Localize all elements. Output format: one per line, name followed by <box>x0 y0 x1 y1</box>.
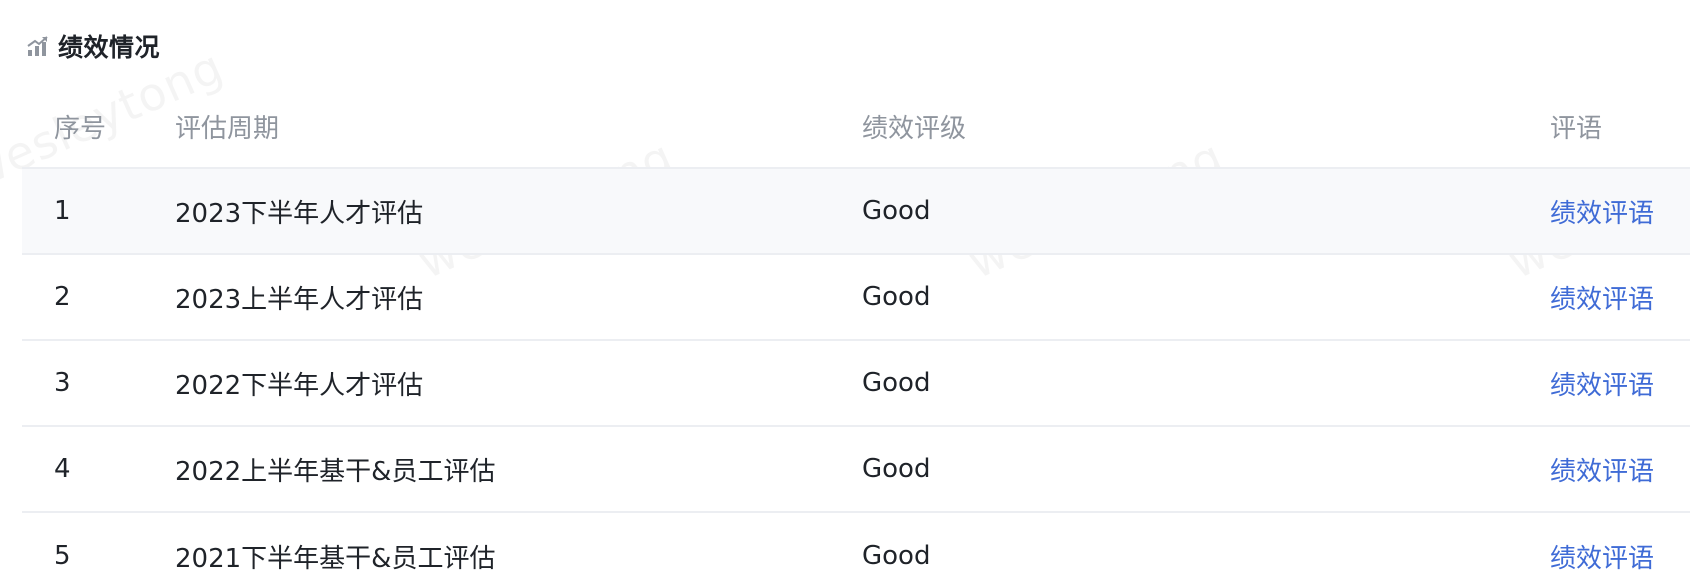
row-grade: Good <box>862 196 931 226</box>
row-period: 2022下半年人才评估 <box>175 370 424 401</box>
column-header-period: 评估周期 <box>175 113 280 144</box>
table-row: 2 2023上半年人才评估 Good 绩效评语 <box>22 255 1690 341</box>
row-index: 3 <box>54 368 71 398</box>
row-period: 2023上半年人才评估 <box>175 284 424 315</box>
column-header-grade: 绩效评级 <box>862 113 967 144</box>
performance-comment-link[interactable]: 绩效评语 <box>1550 427 1654 511</box>
performance-comment-link[interactable]: 绩效评语 <box>1550 513 1654 582</box>
table-row: 3 2022下半年人才评估 Good 绩效评语 <box>22 341 1690 427</box>
row-period: 2021下半年基干&员工评估 <box>175 543 496 574</box>
row-period: 2022上半年基干&员工评估 <box>175 456 496 487</box>
row-index: 2 <box>54 282 71 312</box>
row-grade: Good <box>862 541 931 571</box>
row-grade: Good <box>862 454 931 484</box>
row-index: 4 <box>54 454 71 484</box>
performance-comment-link[interactable]: 绩效评语 <box>1550 341 1654 425</box>
row-grade: Good <box>862 282 931 312</box>
trend-chart-icon <box>26 34 50 58</box>
table-header-row: 序号 评估周期 绩效评级 评语 <box>22 85 1690 169</box>
page: wesleytong wesleytong wesleytong wesleyt… <box>0 0 1690 582</box>
column-header-index: 序号 <box>54 113 107 144</box>
table-row: 1 2023下半年人才评估 Good 绩效评语 <box>22 169 1690 255</box>
row-index: 5 <box>54 541 71 571</box>
performance-table: 序号 评估周期 绩效评级 评语 1 2023下半年人才评估 Good 绩效评语 … <box>22 85 1690 582</box>
performance-comment-link[interactable]: 绩效评语 <box>1550 255 1654 339</box>
table-row: 4 2022上半年基干&员工评估 Good 绩效评语 <box>22 427 1690 513</box>
section-title: 绩效情况 <box>58 33 161 62</box>
row-period: 2023下半年人才评估 <box>175 198 424 229</box>
performance-comment-link[interactable]: 绩效评语 <box>1550 169 1654 253</box>
section-header: 绩效情况 <box>26 28 160 64</box>
column-header-comment: 评语 <box>1550 113 1603 144</box>
row-index: 1 <box>54 196 71 226</box>
row-grade: Good <box>862 368 931 398</box>
table-row: 5 2021下半年基干&员工评估 Good 绩效评语 <box>22 513 1690 582</box>
